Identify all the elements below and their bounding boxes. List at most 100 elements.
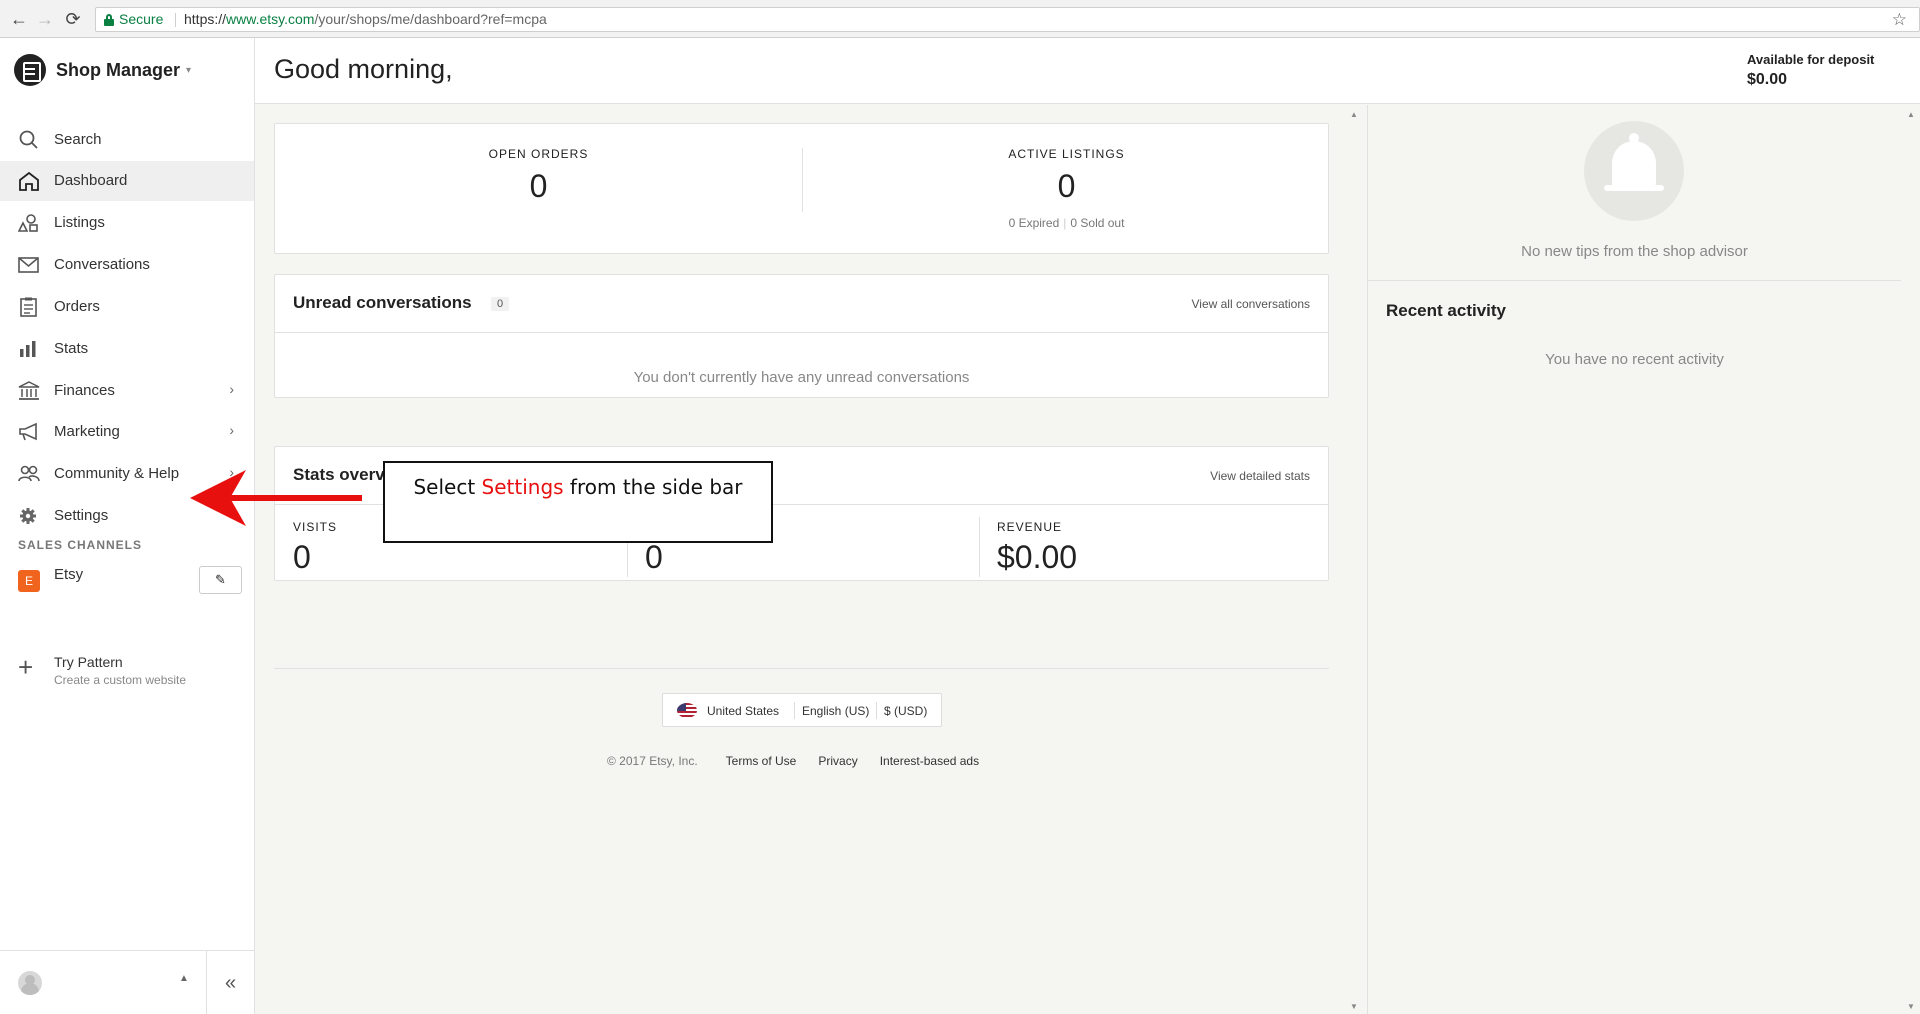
shop-advisor-tips-text: No new tips from the shop advisor [1521, 243, 1748, 260]
terms-of-use-link[interactable]: Terms of Use [726, 754, 797, 768]
privacy-link[interactable]: Privacy [818, 754, 857, 768]
bell-icon [1584, 121, 1684, 221]
orders-value: 0 [645, 539, 663, 575]
sold-out-count[interactable]: 0 Sold out [1070, 216, 1124, 230]
envelope-icon [18, 255, 40, 275]
sidebar-item-finances[interactable]: Finances › [0, 371, 254, 411]
sidebar-item-stats[interactable]: Stats [0, 329, 254, 369]
legal-footer: © 2017 Etsy, Inc. Terms of Use Privacy I… [607, 754, 1001, 768]
bank-icon [18, 381, 40, 401]
view-detailed-stats-link[interactable]: View detailed stats [1210, 469, 1310, 483]
clipboard-icon [18, 297, 40, 317]
lock-icon [104, 14, 114, 26]
collapse-sidebar-button[interactable]: « [206, 951, 254, 1014]
forward-button[interactable]: → [34, 8, 56, 30]
sidebar-item-label: Orders [54, 298, 100, 315]
gear-icon [18, 506, 40, 526]
annotation-suffix: from the side bar [563, 475, 743, 499]
sidebar-item-label: Listings [54, 214, 105, 231]
locale-settings-button[interactable]: United States English (US) $ (USD) [662, 693, 942, 727]
unread-count-badge: 0 [491, 297, 510, 311]
sidebar-item-label: Search [54, 131, 102, 148]
expired-count[interactable]: 0 Expired [1009, 216, 1060, 230]
revenue-label: REVENUE [997, 520, 1063, 534]
copyright-text: © 2017 Etsy, Inc. [607, 754, 698, 768]
visits-value: 0 [293, 539, 311, 575]
bar-chart-icon [18, 339, 40, 359]
scroll-down-arrow[interactable]: ▼ [1350, 1002, 1358, 1011]
annotation-highlight: Settings [481, 475, 564, 499]
sidebar-item-dashboard[interactable]: Dashboard [0, 161, 254, 201]
search-icon [18, 130, 40, 150]
annotation-prefix: Select [413, 475, 482, 499]
interest-based-ads-link[interactable]: Interest-based ads [880, 754, 979, 768]
shop-icon [14, 54, 46, 86]
etsy-icon: E [18, 570, 40, 592]
browser-toolbar: ← → ⟳ Secure https://www.etsy.com/your/s… [0, 0, 1920, 38]
sidebar-item-label: Dashboard [54, 172, 128, 189]
unread-conversations-title: Unread conversations [293, 293, 472, 312]
open-orders-value: 0 [529, 168, 548, 204]
locale-country: United States [707, 704, 780, 718]
active-listings-label: ACTIVE LISTINGS [1008, 147, 1125, 161]
sidebar-item-search[interactable]: Search [0, 120, 254, 160]
avatar[interactable] [18, 971, 42, 995]
sales-channel-etsy[interactable]: E Etsy ✎ [0, 560, 254, 600]
sidebar-item-listings[interactable]: Listings [0, 203, 254, 243]
open-orders-label: OPEN ORDERS [488, 147, 589, 161]
chevron-right-icon: › [229, 422, 234, 438]
shop-manager-menu[interactable]: Shop Manager ▾ [14, 53, 191, 87]
back-button[interactable]: ← [8, 8, 30, 30]
sidebar-item-label: Finances [54, 382, 115, 399]
unread-conversations-card: Unread conversations 0 View all conversa… [274, 274, 1329, 398]
sidebar-item-label: Stats [54, 340, 89, 357]
megaphone-icon [18, 422, 40, 442]
annotation-arrow [190, 470, 362, 526]
view-all-conversations-link[interactable]: View all conversations [1191, 297, 1310, 311]
home-icon [18, 171, 40, 191]
plus-icon: + [18, 652, 34, 682]
try-pattern-sublabel: Create a custom website [54, 673, 187, 687]
bookmark-star-icon[interactable]: ☆ [1892, 8, 1907, 31]
sidebar-item-marketing[interactable]: Marketing › [0, 412, 254, 452]
edit-channel-button[interactable]: ✎ [199, 566, 242, 594]
revenue-value: $0.00 [997, 539, 1078, 575]
active-listings-stat[interactable]: ACTIVE LISTINGS 0 0 Expired | 0 Sold out [803, 124, 1330, 254]
etsy-channel-label: Etsy [54, 566, 84, 583]
deposit-value: $0.00 [1747, 71, 1788, 88]
active-listings-value: 0 [1057, 168, 1076, 204]
caret-up-icon[interactable]: ▲ [179, 973, 189, 984]
no-recent-activity-text: You have no recent activity [1545, 351, 1724, 368]
right-scroll-down-arrow[interactable]: ▼ [1907, 1002, 1915, 1011]
deposit-label: Available for deposit [1747, 52, 1875, 67]
sidebar-item-label: Community & Help [54, 465, 180, 482]
annotation-callout: Select Settings from the side bar [383, 461, 773, 543]
sidebar-item-orders[interactable]: Orders [0, 287, 254, 327]
caret-down-icon: ▾ [186, 64, 192, 76]
sidebar-item-conversations[interactable]: Conversations [0, 245, 254, 285]
locale-currency: $ (USD) [884, 704, 928, 718]
people-icon [18, 464, 40, 484]
listings-substatus: 0 Expired | 0 Sold out [1008, 216, 1125, 230]
recent-activity-title: Recent activity [1386, 301, 1506, 320]
page-title: Good morning, [274, 54, 453, 84]
us-flag-icon [677, 703, 697, 718]
secure-label: Secure [119, 11, 164, 27]
url-text[interactable]: https://www.etsy.com/your/shops/me/dashb… [184, 8, 547, 31]
sidebar-item-label: Marketing [54, 423, 120, 440]
address-bar[interactable]: Secure https://www.etsy.com/your/shops/m… [95, 7, 1920, 32]
try-pattern-label: Try Pattern [54, 654, 123, 670]
shapes-icon [17, 213, 40, 233]
revenue-stat[interactable]: REVENUE $0.00 [979, 505, 1331, 589]
right-panel: No new tips from the shop advisor Recent… [1367, 105, 1901, 1014]
locale-language: English (US) [802, 704, 870, 718]
reload-button[interactable]: ⟳ [62, 8, 84, 30]
sales-channels-heading: SALES CHANNELS [18, 538, 143, 552]
sidebar-item-label: Settings [54, 507, 109, 524]
open-orders-stat[interactable]: OPEN ORDERS 0 [275, 124, 802, 254]
sidebar-footer: ▲ « [0, 950, 254, 1014]
right-scroll-up-arrow[interactable]: ▲ [1907, 110, 1915, 119]
scroll-up-arrow[interactable]: ▲ [1350, 110, 1358, 119]
sidebar-item-label: Conversations [54, 256, 150, 273]
try-pattern-link[interactable]: + Try Pattern Create a custom website [0, 650, 254, 690]
